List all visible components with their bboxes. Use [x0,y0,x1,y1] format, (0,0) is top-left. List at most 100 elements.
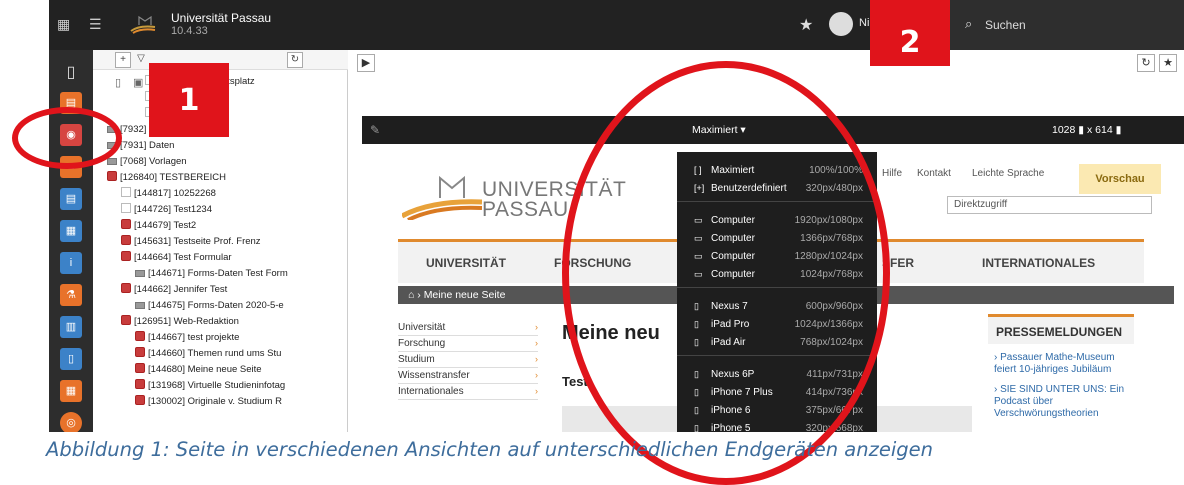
sidenav-label: Universität [398,322,446,333]
tree-item[interactable]: [131968] Virtuelle Studieninfotag [135,378,285,394]
figure-caption: Abbildung 1: Seite in verschiedenen Ansi… [46,438,933,461]
side-navigation: Universität › Forschung › Studium › Wissens… [398,320,538,400]
step-badge-2: 2 [870,0,950,66]
direct-access-select[interactable]: Direktzugriff [947,196,1152,214]
width-spinner-icon[interactable]: ▮ [1078,124,1084,136]
contact-link[interactable]: Kontakt [917,168,951,179]
tree-item[interactable]: [144671] Forms-Daten Test Form [135,266,288,282]
help-link[interactable]: Hilfe [882,168,902,179]
sidenav-label: Wissenstransfer [398,370,470,381]
press-item[interactable]: › SIE SIND UNTER UNS: Ein Podcast über V… [994,384,1134,420]
calendar-module-icon[interactable]: ▦ [60,380,82,402]
search-placeholder[interactable]: Suchen [985,18,1026,32]
tree-item-label: [131968] Virtuelle Studieninfotag [148,380,286,391]
press-box: PRESSEMELDUNGEN › Passauer Mathe-Museum … [988,314,1134,432]
tree-item[interactable]: [144817] 10252268 [121,186,216,202]
info-module-icon[interactable]: i [60,252,82,274]
globe-module-icon[interactable]: ◎ [60,412,82,432]
tree-item[interactable]: [144680] Meine neue Seite [135,362,262,378]
tree-item[interactable]: [130002] Originale v. Studium R [135,394,282,410]
sidenav-item[interactable]: Internationales › [398,384,538,400]
sidenav-item[interactable]: Forschung › [398,336,538,352]
breadcrumb-current[interactable]: Meine neue Seite [424,289,506,301]
tree-item-label: [144680] Meine neue Seite [148,364,262,375]
tree-item-label: [7931] Daten [120,140,175,151]
view-page-button[interactable]: ▶ [357,54,375,72]
easy-language-link[interactable]: Leichte Sprache [972,168,1044,179]
nav-internationales[interactable]: INTERNATIONALES [982,256,1095,270]
avatar[interactable] [829,12,853,36]
tree-item[interactable]: [144679] Test2 [121,218,196,234]
version-label: 10.4.33 [171,25,208,37]
lab-module-icon[interactable]: ⚗ [60,284,82,306]
book-module-icon[interactable]: ▯ [60,348,82,370]
page-module-icon[interactable]: ▯ [60,62,82,84]
tree-module-icon[interactable]: ▦ [60,220,82,242]
tree-item[interactable]: [144726] Test1234 [121,202,212,218]
sidenav-item[interactable]: Universität › [398,320,538,336]
refresh-tree-button[interactable]: ↻ [287,52,303,68]
bookmark-star-icon[interactable]: ★ [799,15,813,35]
list-toggle-icon[interactable]: ☰ [89,16,102,33]
page-copy-icon[interactable]: ▣ [133,76,143,89]
search-box[interactable]: ⌕ Suchen [949,0,1184,50]
tree-item-label: [144671] Forms-Daten Test Form [148,268,288,279]
folder-icon [107,158,117,165]
user-name[interactable]: Ni [859,17,869,29]
press-item-label: SIE SIND UNTER UNS: Ein Podcast über Ver… [994,384,1125,419]
logo-swoosh-icon [400,175,483,222]
refresh-preview-button[interactable]: ↻ [1137,54,1155,72]
page-icon [121,315,131,325]
highlight-circle-dropdown [562,61,890,485]
tree-item[interactable]: [126840] TESTBEREICH [107,170,226,186]
page-icon [121,187,131,197]
chevron-right-icon: › [535,370,538,380]
page-icon [121,203,131,213]
tree-item[interactable]: [144664] Test Formular [121,250,232,266]
home-icon[interactable]: ⌂ › [408,289,421,301]
nav-universitaet[interactable]: UNIVERSITÄT [426,256,506,270]
page-icon [135,347,145,357]
tree-item-label: [144662] Jennifer Test [134,284,228,295]
news-module-icon[interactable]: ▥ [60,316,82,338]
press-item-label: Passauer Mathe-Museum feiert 10-jähriges… [994,352,1115,375]
tree-item-label: [145631] Testseite Prof. Frenz [134,236,261,247]
tree-item[interactable]: [126951] Web-Redaktion [121,314,239,330]
sidenav-item[interactable]: Wissenstransfer › [398,368,538,384]
tree-item[interactable]: [145631] Testseite Prof. Frenz [121,234,261,250]
tree-item[interactable]: [144662] Jennifer Test [121,282,227,298]
site-name[interactable]: Universität Passau [171,11,271,25]
tree-item[interactable]: [7068] Vorlagen [107,154,187,170]
tree-item-label: [144679] Test2 [134,220,197,231]
page-icon[interactable]: ▯ [115,76,121,89]
press-title: PRESSEMELDUNGEN [988,314,1134,344]
viewport-width[interactable]: 1028 [1052,124,1075,136]
sidenav-label: Studium [398,354,435,365]
highlight-circle-view-icon [12,107,122,169]
chevron-right-icon: › [535,338,538,348]
page-icon [135,363,145,373]
viewport-height[interactable]: 614 [1095,124,1113,136]
tree-item[interactable]: [144660] Themen rund ums Stu [135,346,281,362]
sidenav-item[interactable]: Studium › [398,352,538,368]
folder-icon [135,270,145,277]
filter-icon[interactable]: ▽ [133,52,149,68]
chevron-right-icon: › [535,322,538,332]
page-icon [121,251,131,261]
tree-item-label: [144664] Test Formular [134,252,232,263]
form-module-icon[interactable]: ▤ [60,188,82,210]
page-icon [135,379,145,389]
page-icon [135,395,145,405]
press-item[interactable]: › Passauer Mathe-Museum feiert 10-jährig… [994,352,1134,376]
university-logo-icon [130,15,156,34]
edit-pencil-icon[interactable]: ✎ [370,123,380,137]
tree-item-label: [126951] Web-Redaktion [134,316,239,327]
tree-item[interactable]: [144667] test projekte [135,330,239,346]
tree-item[interactable]: [144675] Forms-Daten 2020-5-e [135,298,284,314]
tree-item-label: [7068] Vorlagen [120,156,187,167]
new-page-button[interactable]: + [115,52,131,68]
app-grid-icon[interactable]: ▦ [57,16,70,33]
height-spinner-icon[interactable]: ▮ [1116,124,1122,136]
page-icon [121,219,131,229]
bookmark-button[interactable]: ★ [1159,54,1177,72]
